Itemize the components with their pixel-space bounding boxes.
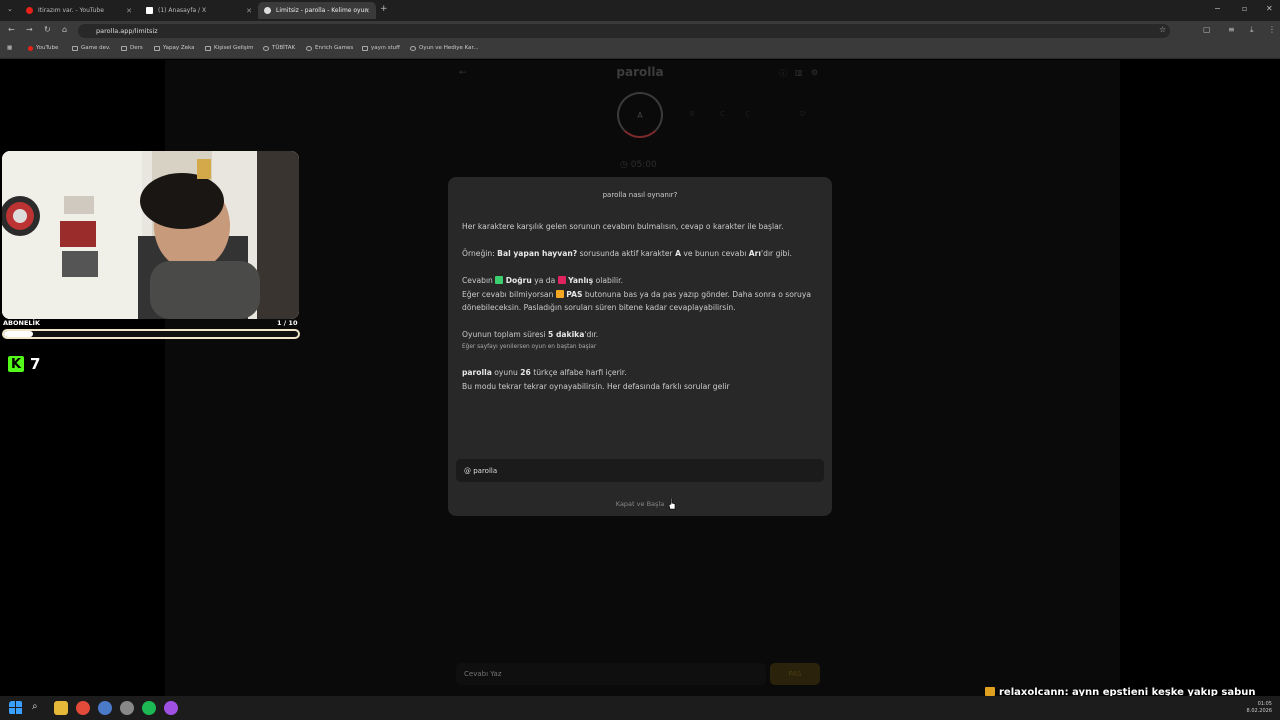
refresh-note: Eğer sayfayı yenilersen oyun en baştan b… [462,343,597,350]
kick-logo-icon: K [8,356,24,372]
webcam-feed [2,151,299,319]
new-tab-button[interactable]: + [380,4,388,14]
bookmark-enrich[interactable]: Enrich Games [306,45,353,51]
messenger-icon[interactable] [164,701,178,715]
tab-parolla[interactable]: Limitsiz - parolla - Kelime oyun ✕ [258,2,376,19]
spotify-icon[interactable] [142,701,156,715]
tab-x[interactable]: (1) Anasayfa / X ✕ [140,2,258,19]
windows-taskbar: ⌕ 01:05 8.02.2026 [0,696,1280,720]
app-icon[interactable] [120,701,134,715]
subscription-label: ABONELİK [3,319,40,327]
app-icon[interactable] [98,701,112,715]
bookmark-folder[interactable]: yayın stuff [362,45,400,51]
bookmark-folder[interactable]: Kişisel Gelişim [205,45,254,51]
media-icon[interactable]: ≡ [1228,25,1235,34]
answer-types-text: Cevabın Doğru ya da Yanlış olabilir. [462,276,623,285]
modal-title: parolla nasıl oynanır? [602,191,678,199]
url-text: parolla.app/limitsiz [96,27,158,35]
minimize-icon[interactable]: − [1214,4,1221,13]
back-icon[interactable]: ← [8,25,15,34]
settings-icon[interactable]: ⚙ [811,68,818,77]
globe-icon [410,45,416,51]
correct-color-swatch [495,276,504,284]
globe-icon [263,45,269,51]
home-icon[interactable]: ⌂ [62,25,67,34]
subscription-count: 1 / 10 [277,319,298,327]
close-and-start-button[interactable]: Kapat ve Başla [448,500,832,508]
subscription-progress-bar [2,329,300,339]
letter-item: Ç [745,110,750,118]
windows-start-icon[interactable] [9,701,23,715]
mouse-pointer-icon [669,498,676,510]
youtube-icon [26,7,33,14]
globe-icon [264,7,271,14]
how-to-play-modal: parolla nasıl oynanır? Her karaktere kar… [448,177,832,516]
reload-icon[interactable]: ↻ [44,25,51,34]
folder-icon [205,45,211,51]
tab-search-icon[interactable]: ⌄ [7,5,13,13]
forward-icon[interactable]: → [26,25,33,34]
tab-label: (1) Anasayfa / X [158,7,207,14]
bookmark-folder[interactable]: Ders [121,45,143,51]
close-icon[interactable]: ✕ [126,7,132,15]
tab-label: Limitsiz - parolla - Kelime oyun [276,7,369,14]
maximize-icon[interactable]: ▫ [1242,4,1247,13]
letter-item: C [720,110,725,118]
menu-icon[interactable]: ⋮ [1268,25,1276,34]
extensions-icon[interactable]: ▢ [1203,25,1211,34]
x-icon [146,7,153,14]
info-icon[interactable]: ⓘ [779,68,787,79]
chrome-icon[interactable] [76,701,90,715]
modal-body: Her karaktere karşılık gelen sorunun cev… [462,220,822,393]
credit-box[interactable]: @ parolla [456,459,824,482]
letter-item: B [690,110,695,118]
downloads-icon[interactable]: ⤓ [1250,25,1254,35]
browser-tab-bar: ⌄ Itirazım var. - YouTube ✕ (1) Anasayfa… [0,0,1280,21]
letter-item: D [800,110,806,118]
answer-input[interactable] [456,663,766,685]
star-icon[interactable]: ☆ [1159,25,1166,34]
youtube-icon [28,45,33,51]
pass-button[interactable]: PAS [770,663,820,685]
apps-icon[interactable]: ▦ [7,45,12,51]
pass-rule-text: Eğer cevabı bilmiyorsan PAS butonuna bas… [462,289,811,312]
close-icon[interactable]: ✕ [364,7,370,15]
bookmark-oyun[interactable]: Oyun ve Hediye Kar... [410,45,479,51]
letters-info-text: parolla oyunu 26 türkçe alfabe harfi içe… [462,368,627,377]
globe-icon [306,45,312,51]
file-explorer-icon[interactable] [54,701,68,715]
folder-icon [72,45,78,51]
bookmark-folder[interactable]: Game dev. [72,45,111,51]
bookmark-folder[interactable]: Yapay Zeka [154,45,194,51]
close-icon[interactable]: ✕ [246,7,252,15]
bookmarks-bar: ▦ YouTube Game dev. Ders Yapay Zeka Kişi… [0,41,1280,59]
bookmark-youtube[interactable]: YouTube [28,45,58,51]
leaderboard-icon[interactable]: ▥ [795,68,803,77]
folder-icon [121,45,127,51]
url-input[interactable]: parolla.app/limitsiz [78,24,1170,38]
tab-label: Itirazım var. - YouTube [38,7,104,14]
bookmark-tubitak[interactable]: TÜBİTAK [263,45,295,51]
wrong-color-swatch [557,276,566,284]
example-text: Örneğin: Bal yapan hayvan? sorusunda akt… [462,249,792,258]
replay-text: Bu modu tekrar tekrar oynayabilirsin. He… [462,381,730,391]
folder-icon [362,45,368,51]
app-title: parolla [616,65,664,79]
subscriber-badge-icon [985,687,995,696]
tab-youtube[interactable]: Itirazım var. - YouTube ✕ [20,2,138,19]
close-window-icon[interactable]: ✕ [1266,4,1273,13]
address-bar-row: ← → ↻ ⌂ parolla.app/limitsiz ☆ ▢ ≡ ⤓ ⋮ [0,21,1280,41]
system-clock[interactable]: 01:05 8.02.2026 [1247,701,1272,715]
pass-color-swatch [555,289,564,298]
webcam-image [2,151,299,319]
rule-text: Her karaktere karşılık gelen sorunun cev… [462,222,784,231]
search-icon[interactable]: ⌕ [32,701,46,715]
folder-icon [154,45,160,51]
subscription-progress-fill [4,331,34,337]
clock-icon: ◷ [620,160,628,170]
time-rule-text: Oyunun toplam süresi 5 dakika'dır. [462,330,599,339]
kick-viewer-count: K 7 [8,355,40,373]
timer: ◷ 05:00 [620,160,657,170]
current-letter: A [617,92,663,138]
